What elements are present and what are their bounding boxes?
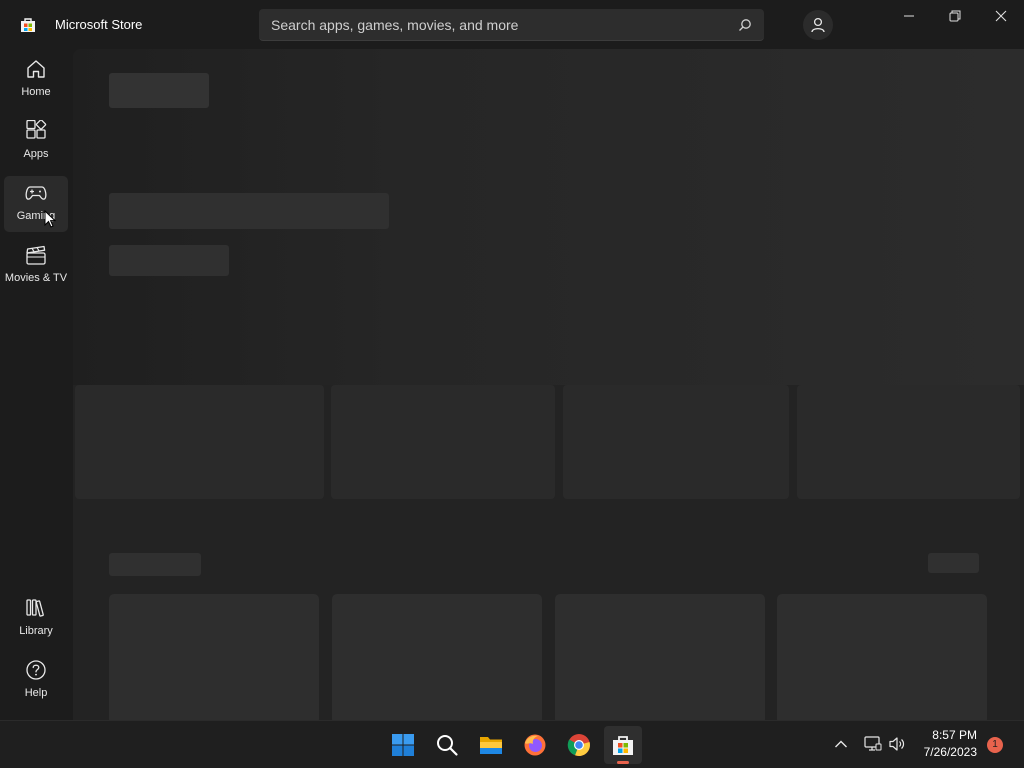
sidebar-item-label: Library xyxy=(19,625,53,637)
sidebar-item-gaming[interactable]: Gaming xyxy=(4,176,68,232)
sidebar-item-label: Movies & TV xyxy=(4,272,68,284)
skeleton-section-heading xyxy=(109,553,201,576)
windows-start-icon xyxy=(392,734,414,756)
store-icon xyxy=(613,736,633,755)
sidebar-item-label: Apps xyxy=(23,148,49,160)
skeleton-featured-tile xyxy=(797,385,1020,499)
taskbar-start-button[interactable] xyxy=(384,726,422,764)
skeleton-hero-button xyxy=(109,245,229,276)
chevron-up-icon[interactable] xyxy=(834,739,848,749)
taskbar-search-button[interactable] xyxy=(428,726,466,764)
active-app-indicator xyxy=(617,761,629,764)
library-icon xyxy=(26,599,44,617)
sidebar-item-apps[interactable]: Apps xyxy=(4,114,68,170)
volume-icon[interactable] xyxy=(888,735,906,753)
sidebar-item-label: Home xyxy=(21,86,51,98)
sidebar-item-home[interactable]: Home xyxy=(4,52,68,108)
account-icon xyxy=(811,17,825,33)
store-window: Microsoft Store Search apps, games, movi… xyxy=(0,0,1024,720)
store-icon xyxy=(21,18,35,32)
chrome-icon xyxy=(567,734,590,757)
sidebar-item-library[interactable]: Library xyxy=(4,591,68,647)
sidebar-item-label: Help xyxy=(24,687,48,699)
skeleton-featured-tile xyxy=(563,385,789,499)
taskbar-file-explorer[interactable] xyxy=(472,726,510,764)
home-icon xyxy=(27,60,45,78)
gamepad-icon xyxy=(25,186,47,200)
hero-banner-placeholder xyxy=(73,49,1024,385)
taskbar-microsoft-store[interactable] xyxy=(604,726,642,764)
search-icon xyxy=(437,735,458,756)
apps-icon xyxy=(26,120,47,139)
search-input[interactable] xyxy=(259,9,729,41)
mouse-cursor-icon xyxy=(44,210,56,228)
folder-icon xyxy=(480,737,502,754)
skeleton-hero-title xyxy=(109,73,209,108)
taskbar: 8:57 PM 7/26/2023 1 xyxy=(0,720,1024,768)
clock-date[interactable]: 7/26/2023 xyxy=(905,745,977,759)
minimize-button[interactable] xyxy=(886,0,932,32)
firefox-icon xyxy=(524,734,546,756)
restore-icon xyxy=(949,10,961,22)
sidebar-item-label: Gaming xyxy=(16,210,56,222)
clock-time[interactable]: 8:57 PM xyxy=(905,728,977,742)
close-button[interactable] xyxy=(978,0,1024,32)
sidebar-item-help[interactable]: Help xyxy=(4,653,68,709)
clapperboard-icon xyxy=(26,245,46,265)
network-icon[interactable] xyxy=(864,735,882,753)
skeleton-card xyxy=(555,594,765,720)
minimize-icon xyxy=(904,15,914,17)
skeleton-card xyxy=(332,594,542,720)
skeleton-card xyxy=(109,594,319,720)
search-box[interactable] xyxy=(259,9,764,41)
taskbar-chrome[interactable] xyxy=(560,726,598,764)
close-icon xyxy=(995,10,1007,22)
account-button[interactable] xyxy=(803,10,833,40)
restore-button[interactable] xyxy=(932,0,978,32)
skeleton-hero-headline xyxy=(109,193,389,229)
help-icon xyxy=(26,660,46,680)
skeleton-featured-tile xyxy=(75,385,324,499)
skeleton-see-all xyxy=(928,553,979,573)
skeleton-featured-tile xyxy=(331,385,555,499)
taskbar-firefox[interactable] xyxy=(516,726,554,764)
app-title: Microsoft Store xyxy=(55,17,143,32)
search-icon[interactable] xyxy=(738,18,752,32)
main-content-loading xyxy=(73,49,1024,720)
sidebar-item-movies-tv[interactable]: Movies & TV xyxy=(4,238,68,294)
skeleton-card xyxy=(777,594,987,720)
notification-badge[interactable]: 1 xyxy=(987,737,1003,753)
title-bar: Microsoft Store xyxy=(0,0,1024,49)
